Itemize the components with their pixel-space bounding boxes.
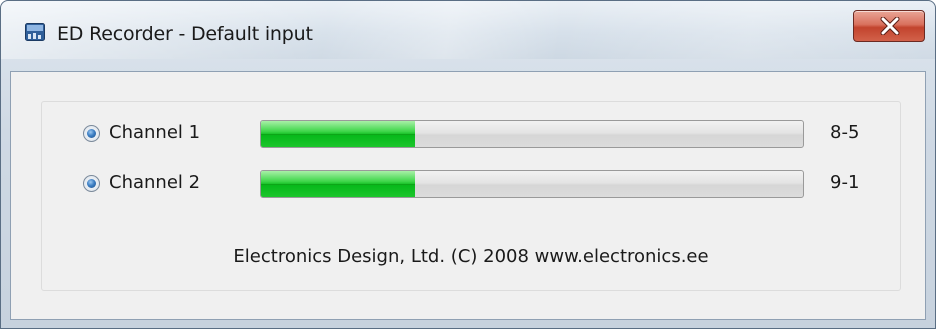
window-title: ED Recorder - Default input	[57, 23, 313, 45]
copyright-footer: Electronics Design, Ltd. (C) 2008 www.el…	[233, 246, 709, 267]
client-area: Channel 1 8-5 Channel 2 9-1 Electronics …	[10, 71, 926, 320]
channel-2-label: Channel 2	[109, 172, 201, 193]
recorder-app-icon	[25, 23, 45, 41]
channel-2-level-fill	[261, 171, 416, 197]
channel-2-radio[interactable]	[83, 175, 100, 192]
title-bar[interactable]: ED Recorder - Default input	[1, 1, 935, 59]
close-button[interactable]	[853, 10, 925, 42]
channel-2-level-meter	[260, 170, 804, 198]
channel-row: Channel 1 8-5	[42, 118, 900, 150]
channel-1-level-meter	[260, 120, 804, 148]
channel-1-level-fill	[261, 121, 416, 147]
channel-group-box: Channel 1 8-5 Channel 2 9-1 Electronics …	[41, 101, 901, 291]
channel-1-radio[interactable]	[83, 125, 100, 142]
channel-2-value: 9-1	[830, 172, 860, 193]
app-window: ED Recorder - Default input Channel 1 8-…	[0, 0, 936, 329]
channel-1-value: 8-5	[830, 122, 860, 143]
channel-row: Channel 2 9-1	[42, 168, 900, 200]
channel-1-label: Channel 1	[109, 122, 201, 143]
close-x-icon	[880, 17, 900, 35]
